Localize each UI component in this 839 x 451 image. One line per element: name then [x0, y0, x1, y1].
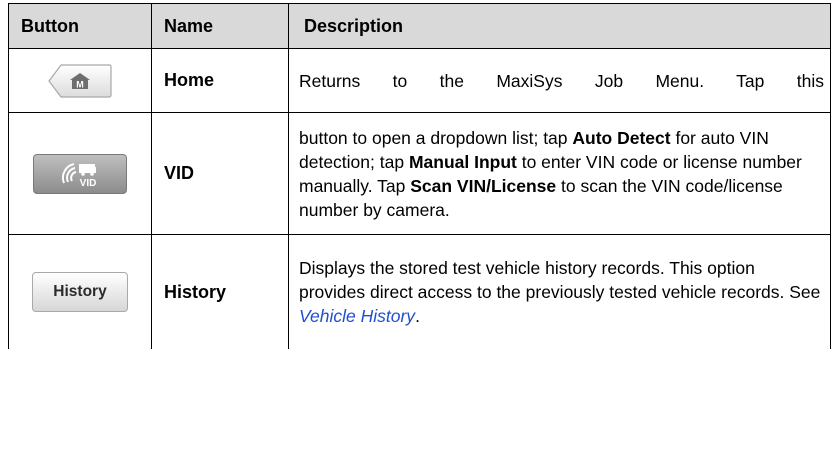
vid-desc-part1: button to open a dropdown list; tap	[299, 127, 573, 148]
name-home: Home	[151, 48, 289, 113]
header-name: Name	[151, 3, 289, 49]
description-home-text: Returns to the MaxiSys Job Menu. Tap thi…	[299, 70, 824, 91]
history-button[interactable]: History	[32, 272, 128, 312]
vid-auto-detect: Auto Detect	[572, 127, 671, 148]
name-history: History	[151, 234, 289, 349]
description-home: Returns to the MaxiSys Job Menu. Tap thi…	[288, 48, 831, 113]
vehicle-history-link[interactable]: Vehicle History	[299, 306, 415, 326]
header-description: Description	[288, 3, 831, 49]
table-header-row: Button Name Description	[8, 3, 831, 49]
vid-button[interactable]: VID	[33, 153, 127, 194]
history-desc-part1: Displays the stored test vehicle history…	[299, 258, 821, 302]
table-row-history: History History Displays the stored test…	[8, 234, 831, 349]
svg-text:M: M	[76, 79, 84, 89]
button-reference-table: Button Name Description M Home Returns t…	[8, 3, 831, 349]
name-vid: VID	[151, 112, 289, 235]
vid-icon-label: VID	[80, 178, 97, 189]
button-cell-vid: VID	[8, 112, 152, 235]
home-m-icon: M	[48, 63, 112, 98]
vid-scan-vin: Scan VIN/License	[410, 175, 557, 196]
table-row-home: M Home Returns to the MaxiSys Job Menu. …	[8, 48, 831, 113]
history-desc-part2: .	[415, 306, 420, 326]
description-vid: button to open a dropdown list; tap Auto…	[288, 112, 831, 235]
home-button[interactable]: M	[47, 63, 113, 99]
description-history: Displays the stored test vehicle history…	[288, 234, 831, 349]
button-cell-history: History	[8, 234, 152, 349]
vid-camera-icon: VID	[61, 162, 97, 189]
table-row-vid: VID VID button to open a dropdown list; …	[8, 112, 831, 235]
vid-manual-input: Manual Input	[408, 151, 517, 172]
header-button: Button	[8, 3, 152, 49]
button-cell-home: M	[8, 48, 152, 113]
